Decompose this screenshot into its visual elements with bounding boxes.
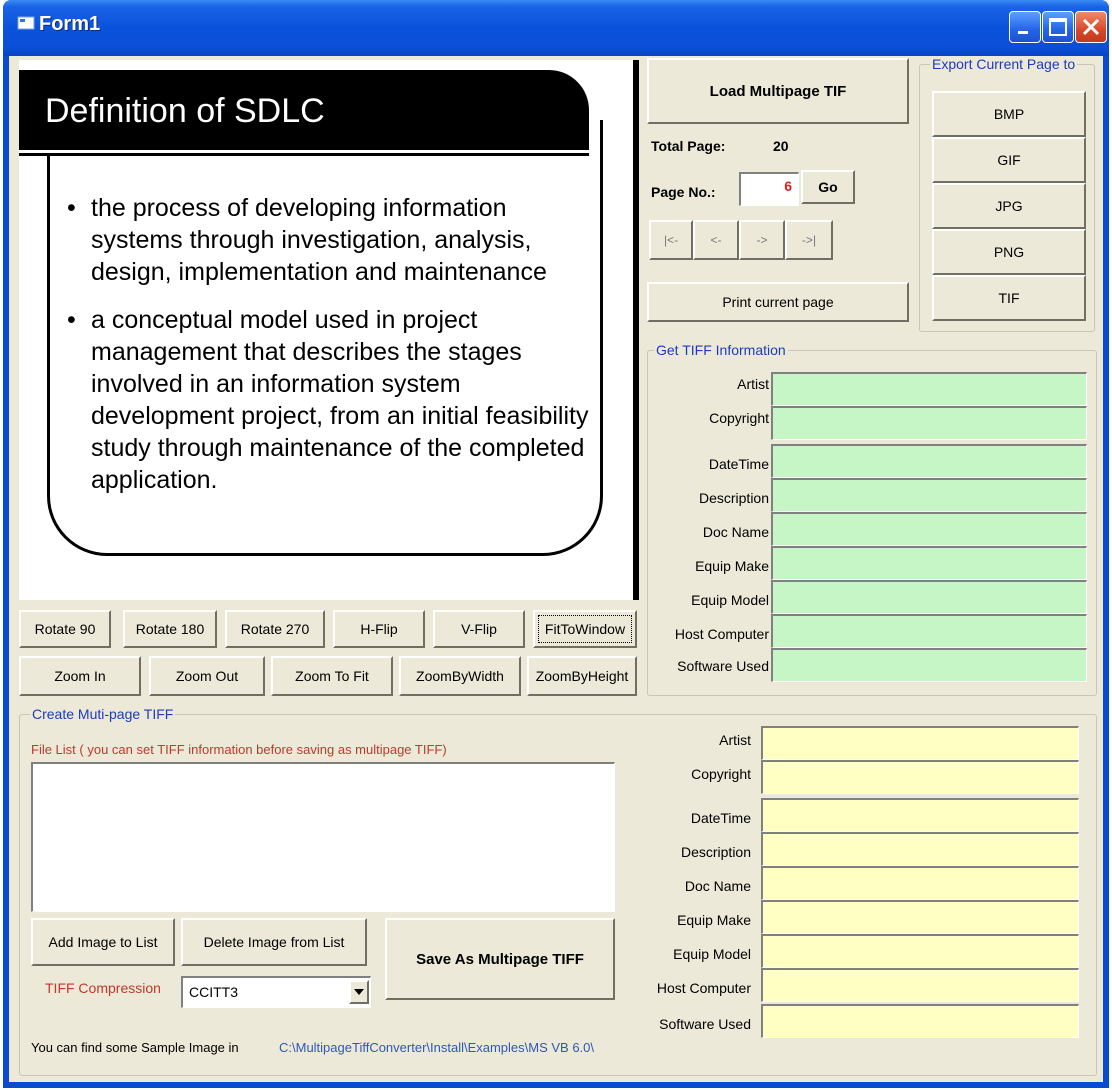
load-multipage-tif-button[interactable]: Load Multipage TIF	[647, 58, 909, 124]
rotate-270-button[interactable]: Rotate 270	[225, 610, 325, 648]
minimize-button[interactable]	[1009, 11, 1041, 43]
slide-heading-bar: Definition of SDLC	[19, 70, 589, 156]
image-viewer[interactable]: Definition of SDLC • the process of deve…	[19, 60, 639, 600]
previous-page-button[interactable]: <-	[693, 220, 739, 260]
create-artist-label: Artist	[719, 732, 751, 748]
info-equip-model-label: Equip Model	[691, 592, 769, 608]
compression-selected-value: CCITT3	[189, 984, 238, 1000]
total-page-label: Total Page:	[651, 138, 726, 154]
chevron-down-icon	[354, 989, 364, 995]
app-window: Form1 Definition of SDLC • the process o…	[3, 0, 1109, 1088]
info-datetime-label: DateTime	[708, 456, 769, 472]
create-equip-make-field[interactable]	[761, 900, 1079, 934]
info-description-label: Description	[698, 490, 769, 506]
compression-dropdown-button[interactable]	[349, 980, 369, 1004]
zoom-out-button[interactable]: Zoom Out	[149, 656, 265, 696]
compression-select[interactable]: CCITT3	[181, 976, 371, 1008]
page-no-label: Page No.:	[651, 184, 716, 200]
tiff-compression-label: TIFF Compression	[45, 980, 161, 996]
tiff-info-group-title: Get TIFF Information	[654, 342, 788, 358]
create-software-used-label: Software Used	[659, 1016, 751, 1032]
info-equip-make-field[interactable]	[771, 546, 1087, 580]
close-icon	[1082, 18, 1100, 36]
slide-heading: Definition of SDLC	[45, 92, 325, 130]
create-artist-field[interactable]	[761, 726, 1079, 760]
slide-bullet: • a conceptual model used in project man…	[67, 306, 589, 494]
page-no-input[interactable]: 6	[739, 172, 799, 206]
create-description-label: Description	[680, 844, 751, 860]
zoom-by-width-button[interactable]: ZoomByWidth	[399, 656, 521, 696]
info-host-computer-field[interactable]	[771, 614, 1087, 648]
create-host-computer-label: Host Computer	[656, 980, 751, 996]
info-copyright-field[interactable]	[771, 406, 1087, 440]
info-software-used-label: Software Used	[677, 658, 769, 674]
create-copyright-field[interactable]	[761, 760, 1079, 794]
rotate-180-button[interactable]: Rotate 180	[123, 610, 217, 648]
total-page-value: 20	[773, 138, 789, 154]
create-equip-model-label: Equip Model	[673, 946, 751, 962]
info-doc-name-field[interactable]	[771, 512, 1087, 546]
app-icon	[17, 16, 35, 30]
file-list-label: File List ( you can set TIFF information…	[31, 742, 447, 757]
form-client-area: Definition of SDLC • the process of deve…	[9, 56, 1103, 1082]
minimize-icon	[1018, 31, 1028, 34]
export-jpg-button[interactable]: JPG	[932, 183, 1086, 229]
zoom-in-button[interactable]: Zoom In	[19, 656, 141, 696]
h-flip-button[interactable]: H-Flip	[333, 610, 425, 648]
sample-image-path[interactable]: C:\MultipageTiffConverter\Install\Exampl…	[279, 1040, 594, 1055]
info-artist-label: Artist	[737, 376, 769, 392]
create-equip-model-field[interactable]	[761, 934, 1079, 968]
close-button[interactable]	[1075, 11, 1107, 43]
zoom-to-fit-button[interactable]: Zoom To Fit	[271, 656, 393, 696]
delete-image-from-list-button[interactable]: Delete Image from List	[181, 918, 367, 966]
maximize-icon	[1049, 18, 1067, 36]
info-doc-name-label: Doc Name	[702, 524, 769, 540]
sample-image-label: You can find some Sample Image in	[31, 1040, 239, 1055]
first-page-button[interactable]: |<-	[649, 220, 693, 260]
info-equip-model-field[interactable]	[771, 580, 1087, 614]
info-datetime-field[interactable]	[771, 444, 1087, 478]
create-host-computer-field[interactable]	[761, 968, 1079, 1002]
zoom-by-height-button[interactable]: ZoomByHeight	[527, 656, 637, 696]
last-page-button[interactable]: ->|	[785, 220, 833, 260]
maximize-button[interactable]	[1042, 11, 1074, 43]
fit-to-window-button[interactable]: FitToWindow	[533, 610, 637, 648]
create-software-used-field[interactable]	[761, 1004, 1079, 1038]
create-doc-name-label: Doc Name	[684, 878, 751, 894]
create-doc-name-field[interactable]	[761, 866, 1079, 900]
info-equip-make-label: Equip Make	[695, 558, 769, 574]
v-flip-button[interactable]: V-Flip	[433, 610, 525, 648]
export-group-title: Export Current Page to	[930, 56, 1078, 72]
file-list-box[interactable]	[31, 762, 615, 912]
slide-underline	[19, 150, 589, 153]
export-tif-button[interactable]: TIF	[932, 275, 1086, 321]
create-copyright-label: Copyright	[691, 766, 751, 782]
go-button[interactable]: Go	[801, 170, 855, 204]
info-software-used-field[interactable]	[771, 648, 1087, 682]
image-border	[633, 60, 639, 600]
rotate-90-button[interactable]: Rotate 90	[19, 610, 111, 648]
info-copyright-label: Copyright	[709, 410, 769, 426]
create-description-field[interactable]	[761, 832, 1079, 866]
create-equip-make-label: Equip Make	[677, 912, 751, 928]
add-image-to-list-button[interactable]: Add Image to List	[31, 918, 175, 966]
create-datetime-field[interactable]	[761, 798, 1079, 832]
save-as-multipage-tiff-button[interactable]: Save As Multipage TIFF	[385, 918, 615, 1000]
print-current-page-button[interactable]: Print current page	[647, 282, 909, 322]
export-png-button[interactable]: PNG	[932, 229, 1086, 275]
export-bmp-button[interactable]: BMP	[932, 91, 1086, 137]
info-description-field[interactable]	[771, 478, 1087, 512]
info-host-computer-label: Host Computer	[674, 626, 769, 642]
create-group-title: Create Muti-page TIFF	[30, 706, 176, 722]
slide-bullet: • the process of developing information …	[67, 194, 547, 286]
create-datetime-label: DateTime	[690, 810, 751, 826]
title-bar[interactable]: Form1	[3, 0, 1109, 56]
next-page-button[interactable]: ->	[739, 220, 785, 260]
info-artist-field[interactable]	[771, 372, 1087, 406]
export-gif-button[interactable]: GIF	[932, 137, 1086, 183]
window-title: Form1	[39, 13, 101, 35]
export-group: Export Current Page to BMP GIF JPG PNG T…	[919, 56, 1095, 332]
